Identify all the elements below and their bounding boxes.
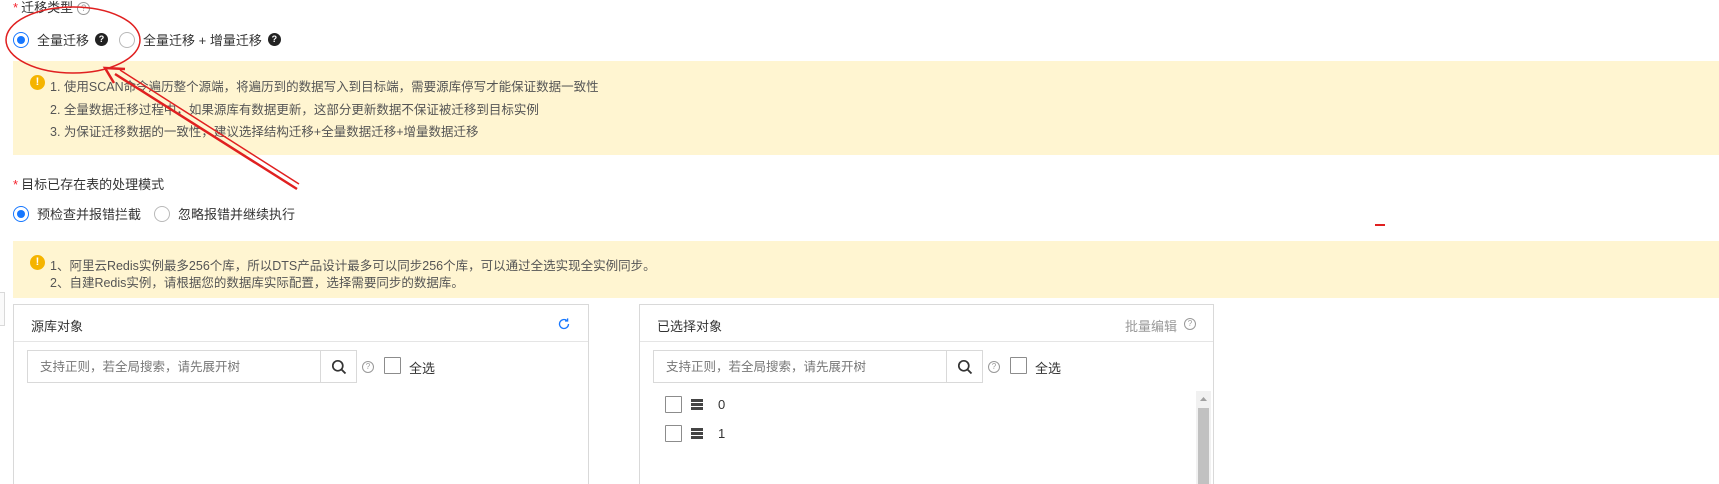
migration-notice-line-3: 3. 为保证迁移数据的一致性，建议选择结构迁移+全量数据迁移+增量数据迁移 [50,125,479,139]
help-icon[interactable]: ? [95,33,109,46]
help-icon[interactable]: ? [988,361,1000,373]
selected-search-input[interactable] [654,351,947,382]
tree-item[interactable]: 1 [665,425,725,442]
selected-select-all-label: 全选 [1035,361,1062,376]
tree-item-label: 1 [718,426,726,441]
help-icon[interactable]: ? [267,33,281,46]
selected-panel-header: 已选择对象 批量编辑 ? [640,305,1213,342]
scrollbar-thumb[interactable] [1198,408,1209,484]
selected-panel-title: 已选择对象 [657,319,723,334]
tree-item[interactable]: 0 [665,396,725,413]
radio-full-migration-label: 全量迁移 [37,33,90,48]
refresh-icon[interactable] [557,317,571,331]
radio-full-incremental-label: 全量迁移 + 增量迁移 [143,33,262,48]
source-panel-title: 源库对象 [31,319,84,334]
scroll-up-arrow-icon[interactable] [1196,393,1211,405]
radio-precheck-block[interactable]: 预检查并报错拦截 [13,204,141,223]
tree-item-label: 0 [718,397,726,412]
radio-precheck-label: 预检查并报错拦截 [37,207,142,222]
side-collapse-handle[interactable] [0,292,5,326]
radio-unchecked-icon[interactable] [154,205,170,222]
database-icon [691,428,703,439]
existing-table-mode-label-row: * 目标已存在表的处理模式 [13,174,164,193]
search-icon [957,359,972,374]
source-objects-panel: 源库对象 ? 全选 [13,304,589,484]
migration-notice-line-1: 1. 使用SCAN命令遍历整个源端，将遍历到的数据写入到目标端，需要源库停写才能… [50,80,599,94]
existing-table-mode-label: 目标已存在表的处理模式 [21,177,165,192]
redis-notice: ! 1、阿里云Redis实例最多256个库，所以DTS产品设计最多可以同步256… [13,241,1719,298]
radio-full-migration[interactable]: 全量迁移 ? [13,30,109,49]
search-icon [331,359,346,374]
help-icon[interactable]: ? [362,361,374,373]
required-marker: * [13,0,19,15]
batch-edit-link[interactable]: 批量编辑 [1125,316,1177,335]
warning-icon: ! [30,255,45,270]
required-marker: * [13,177,19,192]
database-icon [691,399,703,410]
selected-search-box [653,350,983,383]
help-icon[interactable]: ? [77,2,91,15]
source-select-all-label: 全选 [409,361,436,376]
selected-select-all-checkbox[interactable] [1010,357,1027,374]
selected-search-button[interactable] [946,351,982,382]
help-icon[interactable]: ? [1184,318,1196,330]
tree-item-checkbox[interactable] [665,396,682,413]
warning-icon: ! [30,75,45,90]
migration-notice-line-2: 2. 全量数据迁移过程中，如果源库有数据更新，这部分更新数据不保证被迁移到目标实… [50,103,539,117]
red-dash-mark [1375,224,1385,226]
radio-checked-icon[interactable] [13,31,29,48]
migration-type-label: 迁移类型 [21,0,74,15]
source-select-all-checkbox[interactable] [384,357,401,374]
radio-full-incremental-migration[interactable]: 全量迁移 + 增量迁移 ? [119,30,281,49]
selected-objects-panel: 已选择对象 批量编辑 ? ? 全选 0 1 [639,304,1214,484]
source-panel-header: 源库对象 [14,305,588,342]
source-search-button[interactable] [320,351,356,382]
migration-notice: ! 1. 使用SCAN命令遍历整个源端，将遍历到的数据写入到目标端，需要源库停写… [13,61,1719,155]
radio-ignore-continue[interactable]: 忽略报错并继续执行 [154,204,295,223]
tree-item-checkbox[interactable] [665,425,682,442]
migration-type-label-row: * 迁移类型? [13,0,91,16]
radio-ignore-label: 忽略报错并继续执行 [178,207,296,222]
scrollbar-track[interactable] [1196,391,1211,484]
radio-unchecked-icon[interactable] [119,31,135,48]
radio-checked-icon[interactable] [13,205,29,222]
source-search-box [27,350,357,383]
redis-notice-line-2: 2、自建Redis实例，请根据您的数据库实际配置，选择需要同步的数据库。 [50,276,464,290]
source-search-input[interactable] [28,351,321,382]
